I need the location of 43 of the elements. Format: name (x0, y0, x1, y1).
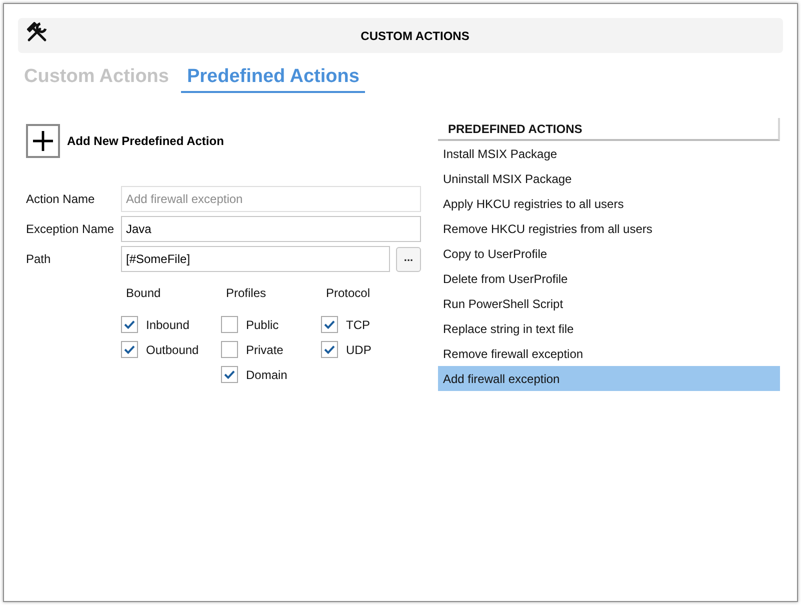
group-heading: Protocol (325, 286, 372, 302)
checkbox-label: Domain (246, 368, 288, 382)
checkbox-label: Inbound (146, 318, 190, 332)
checkbox-label: Private (246, 342, 284, 356)
browse-button[interactable]: ... (396, 246, 421, 272)
list-item[interactable]: Delete from UserProfile (438, 266, 780, 291)
plus-icon (26, 124, 60, 158)
checkmark-icon (224, 370, 235, 379)
group-heading: Profiles (225, 286, 268, 302)
checkmark-icon (324, 320, 335, 329)
list-item[interactable]: Apply HKCU registries to all users (438, 191, 780, 216)
checkbox[interactable] (321, 316, 338, 333)
window-title: CUSTOM ACTIONS (360, 28, 470, 42)
list-item[interactable]: Replace string in text file (438, 316, 780, 341)
checkmark-icon (124, 345, 135, 354)
checkbox-label: TCP (346, 318, 370, 332)
text-field[interactable]: [#SomeFile] (121, 246, 390, 272)
text-field[interactable]: Java (121, 216, 421, 242)
list-item[interactable]: Add firewall exception (438, 366, 780, 391)
checkbox-label: Public (246, 318, 279, 332)
list-item[interactable]: Run PowerShell Script (438, 291, 780, 316)
list-item[interactable]: Uninstall MSIX Package (438, 166, 780, 191)
list-item[interactable]: Remove HKCU registries from all users (438, 216, 780, 241)
checkbox[interactable] (121, 316, 138, 333)
list-item[interactable]: Copy to UserProfile (438, 241, 780, 266)
add-action-button[interactable]: Add New Predefined Action (26, 124, 224, 158)
list-header: PREDEFINED ACTIONS (438, 118, 780, 141)
field-label: Action Name (25, 192, 96, 206)
group-heading: Bound (125, 286, 162, 302)
checkbox[interactable] (221, 366, 238, 383)
field-label: Path (25, 252, 52, 266)
list-item[interactable]: Install MSIX Package (438, 141, 780, 166)
checkbox[interactable] (121, 341, 138, 358)
checkbox-label: Outbound (146, 342, 199, 356)
checkbox[interactable] (321, 341, 338, 358)
list-item[interactable]: Remove firewall exception (438, 341, 780, 366)
field-label: Exception Name (25, 222, 116, 236)
checkbox[interactable] (221, 316, 238, 333)
checkmark-icon (324, 345, 335, 354)
checkmark-icon (124, 320, 135, 329)
checkbox-label: UDP (346, 342, 372, 356)
checkbox[interactable] (221, 341, 238, 358)
hammer-wrench-icon (27, 22, 47, 42)
